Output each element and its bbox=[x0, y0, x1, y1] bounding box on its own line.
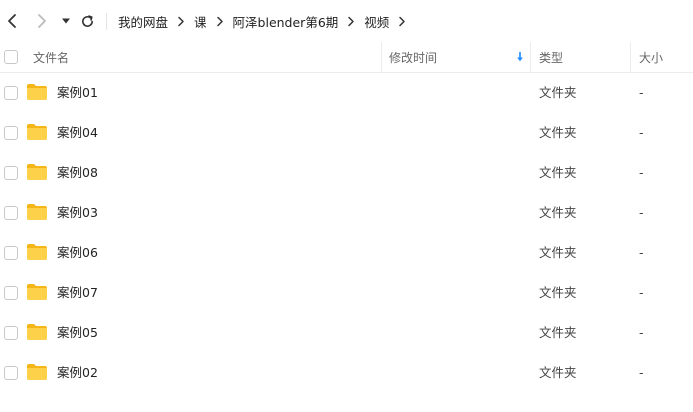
file-size: - bbox=[639, 245, 644, 260]
row-checkbox[interactable] bbox=[4, 166, 18, 180]
forward-button[interactable] bbox=[31, 10, 53, 32]
file-type: 文件夹 bbox=[539, 165, 577, 180]
row-checkbox[interactable] bbox=[4, 126, 18, 140]
file-type: 文件夹 bbox=[539, 205, 577, 220]
folder-icon bbox=[27, 244, 47, 260]
breadcrumb-item-series[interactable]: 阿泽blender第6期 bbox=[233, 12, 339, 31]
select-all-checkbox[interactable] bbox=[4, 50, 18, 64]
history-dropdown-button[interactable] bbox=[55, 10, 77, 32]
sort-descending-icon[interactable] bbox=[514, 51, 526, 63]
column-header-type[interactable]: 类型 bbox=[539, 42, 563, 72]
breadcrumb-item-current[interactable]: 视频 bbox=[364, 12, 389, 31]
file-size: - bbox=[639, 325, 644, 340]
file-name[interactable]: 案例05 bbox=[57, 324, 98, 342]
folder-icon bbox=[27, 364, 47, 380]
file-row[interactable]: 案例04 文件夹 - bbox=[0, 113, 693, 153]
folder-icon bbox=[27, 204, 47, 220]
chevron-right-icon bbox=[216, 16, 224, 27]
file-type: 文件夹 bbox=[539, 365, 577, 380]
caret-down-icon bbox=[62, 18, 70, 24]
chevron-right-icon bbox=[347, 16, 355, 27]
file-size: - bbox=[639, 205, 644, 220]
column-header-modified[interactable]: 修改时间 bbox=[389, 42, 437, 72]
column-header-size[interactable]: 大小 bbox=[639, 42, 663, 72]
file-name[interactable]: 案例08 bbox=[57, 164, 98, 182]
file-size: - bbox=[639, 85, 644, 100]
file-name[interactable]: 案例06 bbox=[57, 244, 98, 262]
file-row[interactable]: 案例07 文件夹 - bbox=[0, 273, 693, 313]
file-row[interactable]: 案例02 文件夹 - bbox=[0, 353, 693, 393]
file-row[interactable]: 案例06 文件夹 - bbox=[0, 233, 693, 273]
file-size: - bbox=[639, 365, 644, 380]
folder-icon bbox=[27, 284, 47, 300]
chevron-right-icon bbox=[177, 16, 185, 27]
row-checkbox[interactable] bbox=[4, 366, 18, 380]
row-checkbox[interactable] bbox=[4, 86, 18, 100]
refresh-icon bbox=[81, 14, 93, 27]
breadcrumb: 我的网盘 课 阿泽blender第6期 视频 bbox=[118, 12, 415, 30]
file-name[interactable]: 案例01 bbox=[57, 84, 98, 102]
refresh-button[interactable] bbox=[76, 10, 98, 32]
folder-icon bbox=[27, 164, 47, 180]
chevron-right-icon bbox=[38, 14, 46, 28]
column-divider[interactable] bbox=[530, 42, 531, 72]
column-divider[interactable] bbox=[630, 42, 631, 72]
folder-icon bbox=[27, 324, 47, 340]
file-name[interactable]: 案例02 bbox=[57, 364, 98, 382]
row-checkbox[interactable] bbox=[4, 326, 18, 340]
file-row[interactable]: 案例05 文件夹 - bbox=[0, 313, 693, 353]
breadcrumb-item-root[interactable]: 我的网盘 bbox=[118, 12, 168, 31]
row-checkbox[interactable] bbox=[4, 246, 18, 260]
file-type: 文件夹 bbox=[539, 85, 577, 100]
chevron-left-icon bbox=[8, 14, 16, 28]
file-size: - bbox=[639, 125, 644, 140]
file-name[interactable]: 案例03 bbox=[57, 204, 98, 222]
file-name[interactable]: 案例07 bbox=[57, 284, 98, 302]
column-divider[interactable] bbox=[381, 42, 382, 72]
row-checkbox[interactable] bbox=[4, 286, 18, 300]
file-size: - bbox=[639, 285, 644, 300]
row-checkbox[interactable] bbox=[4, 206, 18, 220]
file-row[interactable]: 案例01 文件夹 - bbox=[0, 73, 693, 113]
toolbar-divider bbox=[106, 13, 107, 30]
chevron-right-icon[interactable] bbox=[398, 16, 406, 27]
toolbar: 我的网盘 课 阿泽blender第6期 视频 bbox=[0, 0, 693, 42]
file-size: - bbox=[639, 165, 644, 180]
back-button[interactable] bbox=[1, 10, 23, 32]
file-type: 文件夹 bbox=[539, 125, 577, 140]
column-header-name[interactable]: 文件名 bbox=[33, 42, 69, 72]
breadcrumb-item-course[interactable]: 课 bbox=[194, 12, 207, 31]
folder-icon bbox=[27, 124, 47, 140]
file-type: 文件夹 bbox=[539, 285, 577, 300]
file-list-header: 文件名 修改时间 类型 大小 bbox=[0, 42, 693, 73]
file-type: 文件夹 bbox=[539, 325, 577, 340]
file-name[interactable]: 案例04 bbox=[57, 124, 98, 142]
file-row[interactable]: 案例03 文件夹 - bbox=[0, 193, 693, 233]
folder-icon bbox=[27, 84, 47, 100]
file-row[interactable]: 案例08 文件夹 - bbox=[0, 153, 693, 193]
file-type: 文件夹 bbox=[539, 245, 577, 260]
